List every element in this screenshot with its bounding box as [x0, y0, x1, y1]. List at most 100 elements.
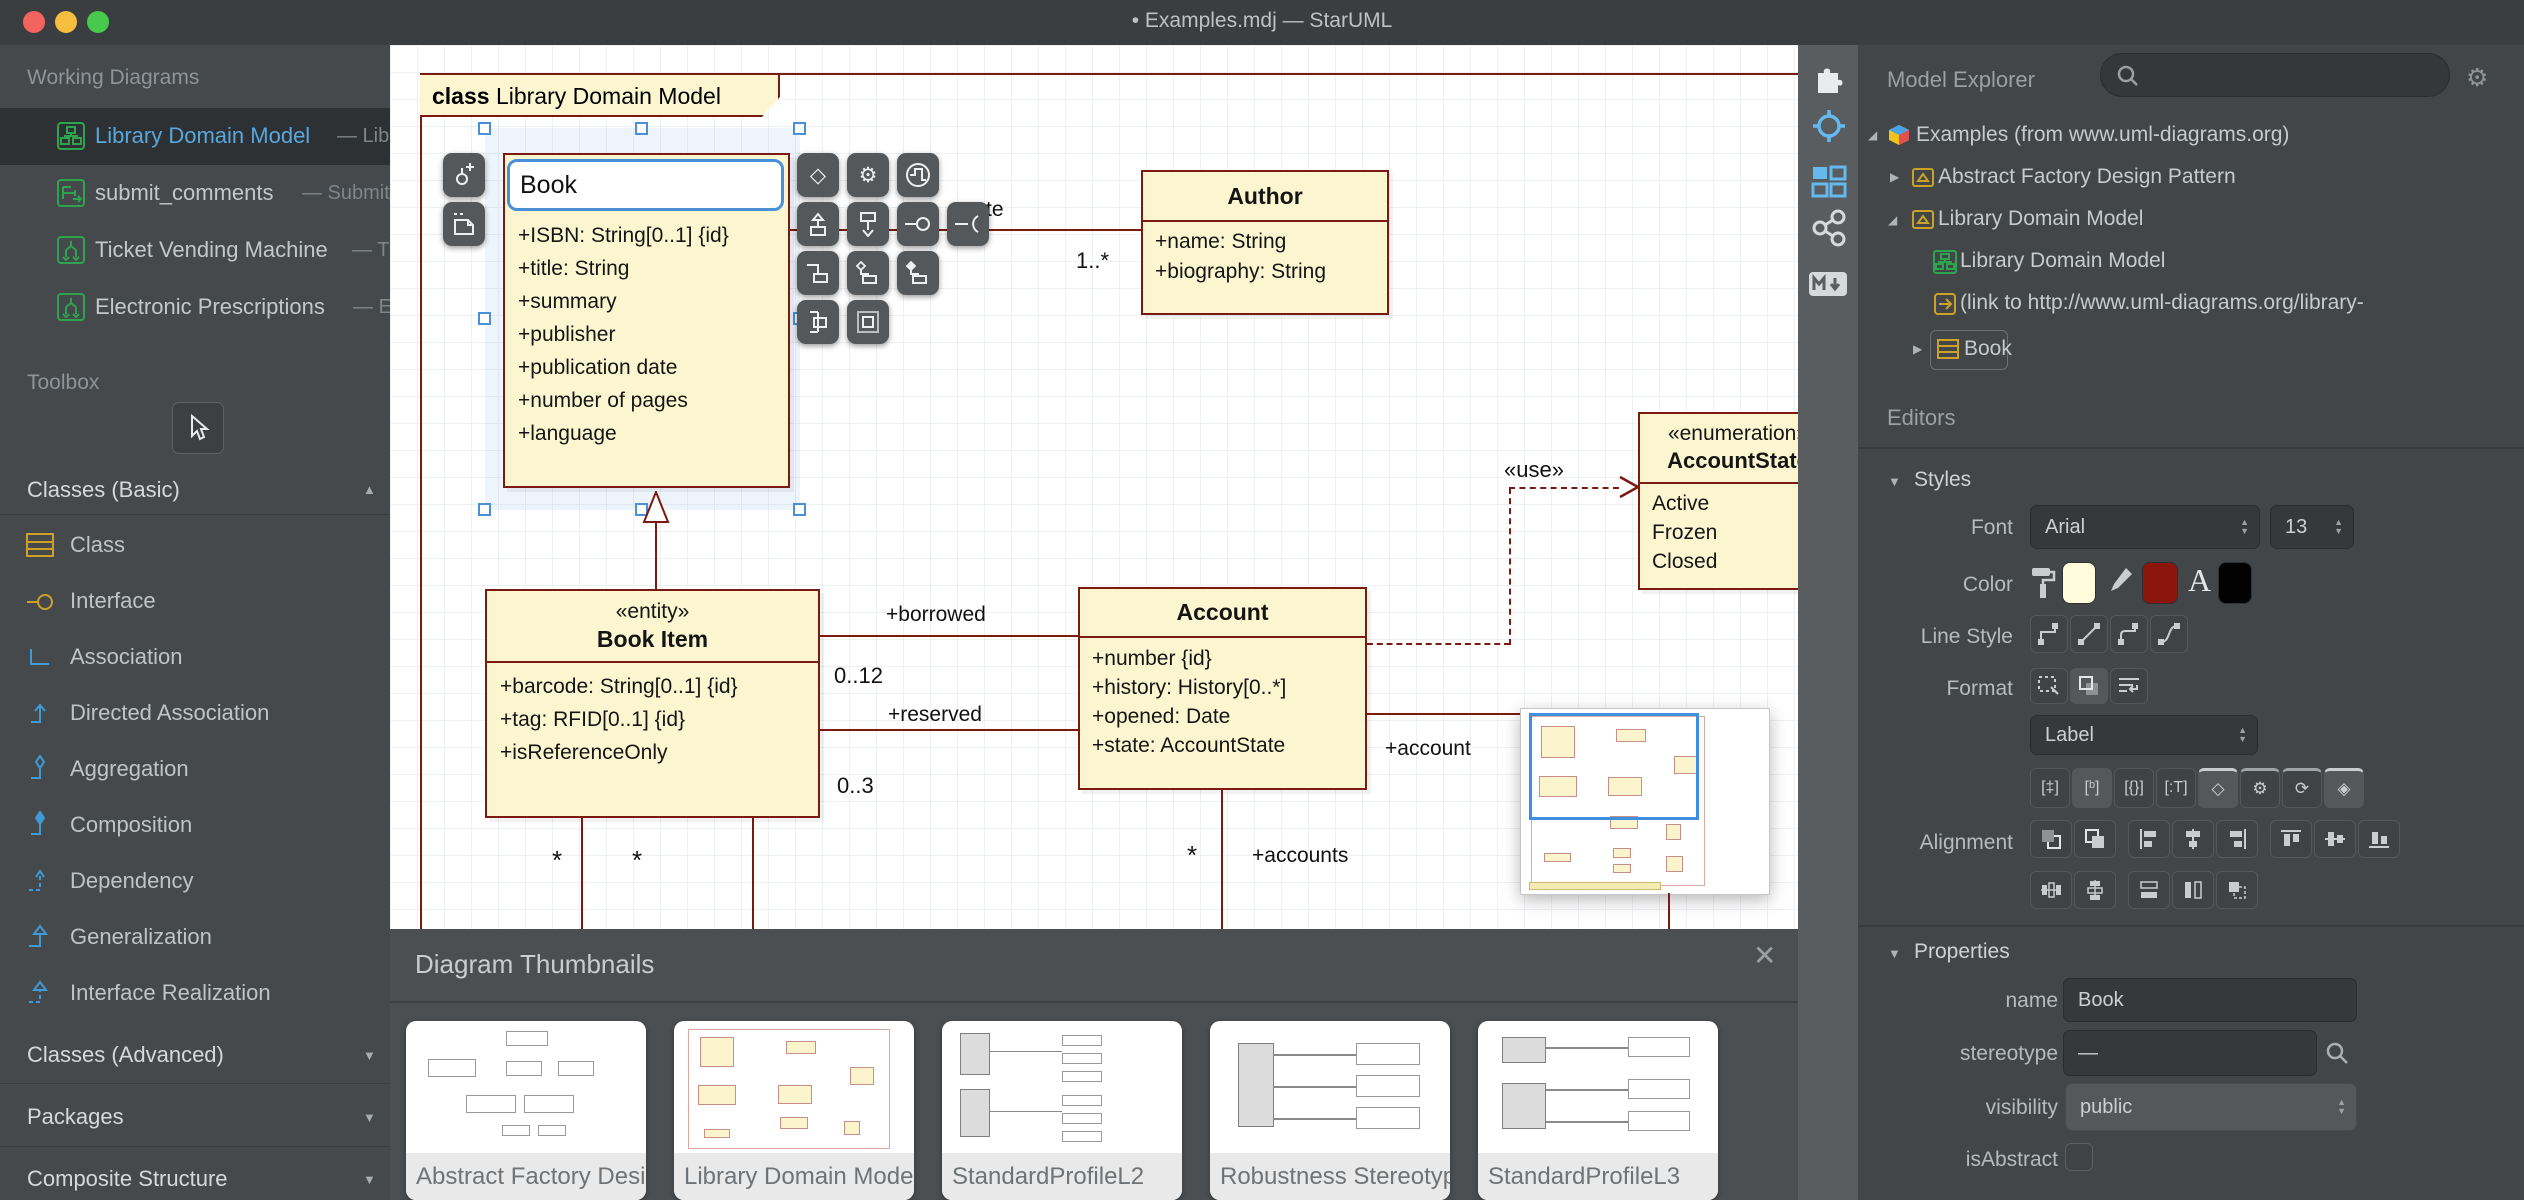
thumbnail-library-domain-model[interactable]: Library Domain Model	[674, 1021, 914, 1200]
working-diagrams-crosshair-icon[interactable]	[1811, 108, 1847, 144]
enum-literal[interactable]: Frozen	[1652, 518, 1798, 547]
association-line[interactable]	[581, 818, 583, 929]
quickedit-generalization-button[interactable]	[797, 202, 839, 246]
enum-literal[interactable]: Active	[1652, 489, 1798, 518]
toolbox-item-interface-realization[interactable]: Interface Realization	[70, 980, 271, 1006]
send-to-back-button[interactable]	[2030, 820, 2072, 858]
toolbox-item-association[interactable]: Association	[70, 644, 183, 670]
format-word-wrap-button[interactable]	[2110, 668, 2148, 704]
quickedit-nested-class-button[interactable]	[847, 300, 889, 344]
show-property-button[interactable]: [{}]	[2114, 768, 2154, 808]
suppress-operations-button[interactable]: ⚙	[2240, 768, 2280, 808]
association-line[interactable]	[752, 818, 754, 929]
stepper-icon[interactable]: ▲ ▼	[2240, 518, 2249, 536]
quickedit-composition-button[interactable]	[897, 251, 939, 295]
line-style-rectilinear-button[interactable]	[2030, 615, 2068, 653]
thumbnail-robustness-stereotypes[interactable]: Robustness Stereotype	[1210, 1021, 1450, 1200]
working-diagram-ticket-vending-machine[interactable]: Ticket Vending Machine — T	[0, 222, 390, 279]
thumbnail-abstract-factory[interactable]: Abstract Factory Design	[406, 1021, 646, 1200]
uml-class-book-item[interactable]: «entity» Book Item +barcode: String[0..1…	[485, 589, 820, 818]
working-diagram-library-domain-model[interactable]: Library Domain Model — Lib	[0, 108, 390, 165]
selection-handle[interactable]	[478, 122, 491, 135]
attribute[interactable]: +history: History[0..*]	[1092, 673, 1365, 702]
quickedit-aggregation-button[interactable]	[847, 251, 889, 295]
use-dependency-h2[interactable]	[1509, 487, 1619, 489]
minimap-viewport[interactable]	[1529, 713, 1699, 820]
font-size-select[interactable]: 13 ▲ ▼	[2270, 505, 2354, 549]
uml-class-author[interactable]: Author +name: String +biography: String	[1141, 170, 1389, 315]
stereotype-input[interactable]: —	[2063, 1030, 2317, 1076]
equal-size-button[interactable]	[2216, 871, 2258, 909]
uml-class-book[interactable]: Book +ISBN: String[0..1] {id} +title: St…	[503, 153, 790, 488]
attribute[interactable]: +name: String	[1155, 227, 1387, 257]
quickedit-realization-button[interactable]	[847, 202, 889, 246]
attribute[interactable]: +title: String	[518, 252, 729, 285]
tree-item-abstract-factory[interactable]: Abstract Factory Design Pattern	[1938, 165, 2236, 189]
association-account[interactable]	[1367, 713, 1522, 715]
toolbox-item-class[interactable]: Class	[70, 532, 125, 558]
selection-handle[interactable]	[478, 503, 491, 516]
toolbox-section-classes-advanced[interactable]: Classes (Advanced)	[27, 1042, 224, 1068]
suppress-literals-button[interactable]: ◈	[2324, 768, 2364, 808]
enum-literal[interactable]: Closed	[1652, 547, 1798, 576]
collapse-triangle-icon[interactable]: ▲	[363, 482, 376, 497]
tree-item-examples[interactable]: Examples (from www.uml-diagrams.org)	[1916, 123, 2289, 147]
toolbox-section-packages[interactable]: Packages	[27, 1104, 124, 1130]
tree-expand-caret[interactable]: ◢	[1868, 128, 1877, 142]
label-select[interactable]: Label ▲ ▼	[2030, 715, 2258, 755]
attribute[interactable]: +publication date	[518, 351, 729, 384]
model-explorer-search-input[interactable]	[2100, 53, 2450, 97]
align-middle-button[interactable]	[2314, 820, 2356, 858]
diagram-canvas[interactable]: class Library Domain Model Book +ISBN: S…	[390, 45, 1798, 929]
stereotype-search-icon[interactable]	[2325, 1041, 2349, 1065]
attribute[interactable]: +barcode: String[0..1] {id}	[500, 670, 818, 703]
font-family-select[interactable]: Arial ▲ ▼	[2030, 505, 2260, 549]
line-style-oblique-button[interactable]	[2070, 615, 2108, 653]
quickedit-link-class-button[interactable]	[797, 251, 839, 295]
styles-collapse-caret[interactable]: ▼	[1888, 474, 1901, 489]
uml-class-account[interactable]: Account +number {id} +history: History[0…	[1078, 587, 1367, 790]
stepper-icon[interactable]: ▲ ▼	[2238, 726, 2247, 744]
thumbnail-standard-profile-l3[interactable]: StandardProfileL3	[1478, 1021, 1718, 1200]
tree-item-book[interactable]: Book	[1964, 337, 2012, 361]
show-type-button[interactable]: [:T]	[2156, 768, 2196, 808]
uml-enum-account-state[interactable]: «enumeration» AccountState Active Frozen…	[1638, 412, 1798, 590]
visibility-select[interactable]: public ▲ ▼	[2065, 1083, 2357, 1131]
align-top-button[interactable]	[2270, 820, 2312, 858]
selection-handle[interactable]	[793, 503, 806, 516]
toolbox-item-generalization[interactable]: Generalization	[70, 924, 212, 950]
attribute[interactable]: +biography: String	[1155, 257, 1387, 287]
expand-triangle-icon[interactable]: ▼	[363, 1172, 376, 1187]
format-show-shadow-button[interactable]	[2070, 668, 2108, 704]
tree-item-library-model[interactable]: Library Domain Model	[1938, 207, 2143, 231]
align-center-button[interactable]	[2172, 820, 2214, 858]
attribute[interactable]: +ISBN: String[0..1] {id}	[518, 219, 729, 252]
selection-handle[interactable]	[478, 312, 491, 325]
attribute[interactable]: +publisher	[518, 318, 729, 351]
quickedit-add-note-button[interactable]	[443, 202, 485, 246]
tree-expand-caret[interactable]: ◢	[1888, 213, 1897, 227]
line-style-rounded-button[interactable]	[2110, 615, 2148, 653]
expand-triangle-icon[interactable]: ▼	[363, 1110, 376, 1125]
line-style-curve-button[interactable]	[2150, 615, 2188, 653]
attribute[interactable]: +isReferenceOnly	[500, 736, 818, 769]
attribute[interactable]: +language	[518, 417, 729, 450]
quickedit-provided-interface-button[interactable]	[897, 202, 939, 246]
toolbox-section-classes-basic[interactable]: Classes (Basic)	[27, 477, 180, 503]
selection-handle[interactable]	[793, 122, 806, 135]
class-name-edit-field[interactable]: Book	[507, 159, 784, 211]
association-borrowed[interactable]	[820, 635, 1078, 637]
distribute-horizontally-button[interactable]	[2030, 871, 2072, 909]
select-tool-button[interactable]	[172, 402, 224, 454]
quickedit-containment-button[interactable]	[797, 300, 839, 344]
toolbox-item-interface[interactable]: Interface	[70, 588, 156, 614]
equal-width-button[interactable]	[2128, 871, 2170, 909]
attribute[interactable]: +summary	[518, 285, 729, 318]
model-explorer-grid-icon[interactable]	[1811, 165, 1847, 199]
align-right-button[interactable]	[2216, 820, 2258, 858]
quickedit-settings-button[interactable]: ⚙	[847, 153, 889, 197]
show-multiplicity-button[interactable]: [‡]	[2030, 768, 2070, 808]
name-input[interactable]: Book	[2063, 978, 2357, 1022]
attribute[interactable]: +number {id}	[1092, 644, 1365, 673]
align-left-button[interactable]	[2128, 820, 2170, 858]
